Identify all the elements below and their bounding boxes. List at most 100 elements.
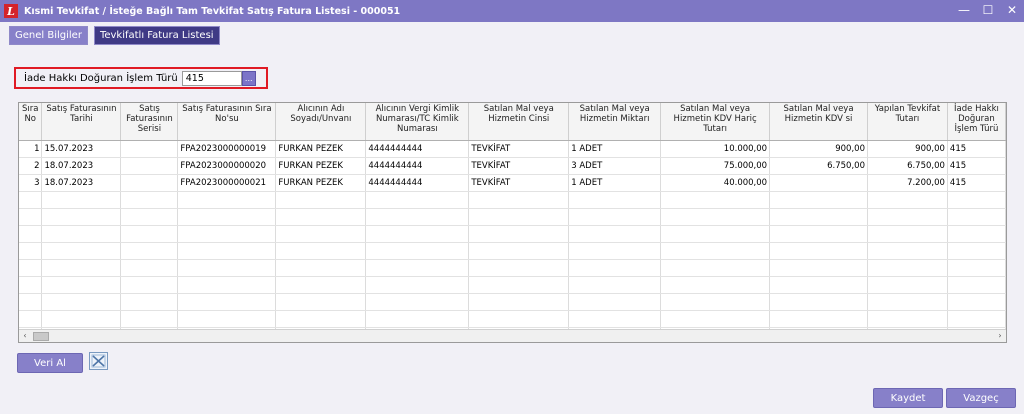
veri-al-button[interactable]: Veri Al [17, 353, 83, 373]
table-cell[interactable]: FPA2023000000020 [177, 157, 277, 175]
table-cell[interactable] [120, 242, 179, 260]
col-kdv-haric-tutar[interactable]: Satılan Mal veya Hizmetin KDV Hariç Tuta… [660, 103, 771, 141]
table-cell[interactable] [867, 310, 948, 328]
col-fatura-tarihi[interactable]: Satış Faturasının Tarihi [41, 103, 122, 141]
table-cell[interactable]: TEVKİFAT [468, 174, 570, 192]
minimize-icon[interactable]: — [958, 3, 970, 17]
table-cell[interactable]: 2 [19, 157, 43, 175]
table-cell[interactable] [660, 242, 771, 260]
table-cell[interactable] [568, 208, 662, 226]
table-cell[interactable] [19, 191, 43, 209]
lookup-button[interactable]: ... [241, 70, 256, 86]
table-cell[interactable] [120, 140, 179, 158]
table-cell[interactable] [568, 259, 662, 277]
table-cell[interactable] [365, 310, 470, 328]
maximize-icon[interactable]: ☐ [982, 3, 994, 17]
table-cell[interactable] [769, 293, 868, 311]
scroll-right-icon[interactable]: › [994, 330, 1006, 342]
table-cell[interactable]: FPA2023000000021 [177, 174, 277, 192]
table-cell[interactable] [867, 293, 948, 311]
table-cell[interactable] [660, 191, 771, 209]
table-cell[interactable] [275, 225, 367, 243]
table-cell[interactable]: 6.750,00 [867, 157, 948, 175]
scroll-left-icon[interactable]: ‹ [19, 330, 31, 342]
vazgec-button[interactable]: Vazgeç [946, 388, 1016, 408]
table-cell[interactable] [275, 191, 367, 209]
table-cell[interactable] [275, 293, 367, 311]
table-cell[interactable]: 3 [19, 174, 43, 192]
table-cell[interactable] [867, 191, 948, 209]
table-cell[interactable]: 4444444444 [365, 157, 470, 175]
table-cell[interactable]: 4444444444 [365, 140, 470, 158]
empty-table-row[interactable] [19, 310, 1006, 328]
table-cell[interactable] [568, 293, 662, 311]
table-cell[interactable] [365, 242, 470, 260]
table-row[interactable]: 3 18.07.2023 FPA2023000000021 FURKAN PEZEK 4… [19, 174, 1006, 192]
table-cell[interactable] [660, 310, 771, 328]
table-cell[interactable]: 4444444444 [365, 174, 470, 192]
table-cell[interactable] [660, 225, 771, 243]
empty-table-row[interactable] [19, 293, 1006, 311]
table-cell[interactable] [365, 208, 470, 226]
table-cell[interactable] [867, 276, 948, 294]
table-cell[interactable]: 18.07.2023 [41, 174, 122, 192]
table-cell[interactable] [275, 242, 367, 260]
table-cell[interactable] [275, 310, 367, 328]
table-cell[interactable] [568, 242, 662, 260]
table-cell[interactable] [468, 225, 570, 243]
table-cell[interactable] [468, 191, 570, 209]
empty-table-row[interactable] [19, 259, 1006, 277]
table-cell[interactable] [120, 276, 179, 294]
close-icon[interactable]: ✕ [1006, 3, 1018, 17]
table-cell[interactable] [19, 242, 43, 260]
table-row[interactable]: 1 15.07.2023 FPA2023000000019 FURKAN PEZEK 4… [19, 140, 1006, 158]
table-cell[interactable] [120, 208, 179, 226]
table-cell[interactable]: 18.07.2023 [41, 157, 122, 175]
table-cell[interactable] [19, 259, 43, 277]
table-cell[interactable] [468, 208, 570, 226]
table-cell[interactable] [769, 174, 868, 192]
table-cell[interactable] [365, 293, 470, 311]
table-cell[interactable] [19, 293, 43, 311]
table-cell[interactable] [275, 208, 367, 226]
table-cell[interactable] [769, 191, 868, 209]
empty-table-row[interactable] [19, 225, 1006, 243]
table-cell[interactable] [867, 225, 948, 243]
table-cell[interactable]: 1 [19, 140, 43, 158]
col-islem-turu[interactable]: İade Hakkı Doğuran İşlem Türü [947, 103, 1006, 141]
table-cell[interactable]: 415 [947, 140, 1006, 158]
table-cell[interactable] [947, 310, 1006, 328]
islem-turu-input[interactable]: 415 [181, 70, 242, 86]
table-cell[interactable]: 40.000,00 [660, 174, 771, 192]
table-cell[interactable] [947, 259, 1006, 277]
table-cell[interactable] [947, 208, 1006, 226]
table-cell[interactable] [41, 191, 122, 209]
table-cell[interactable] [177, 191, 277, 209]
table-cell[interactable]: TEVKİFAT [468, 140, 570, 158]
table-cell[interactable] [19, 310, 43, 328]
kaydet-button[interactable]: Kaydet [873, 388, 943, 408]
tab-tevkifatli-fatura-listesi[interactable]: Tevkifatlı Fatura Listesi [93, 26, 220, 45]
col-fatura-sira-no[interactable]: Satış Faturasının Sıra No'su [177, 103, 277, 141]
excel-export-icon[interactable] [89, 352, 108, 370]
table-cell[interactable] [41, 259, 122, 277]
table-cell[interactable]: 7.200,00 [867, 174, 948, 192]
table-cell[interactable] [468, 242, 570, 260]
table-cell[interactable] [177, 242, 277, 260]
table-cell[interactable]: FPA2023000000019 [177, 140, 277, 158]
horizontal-scrollbar[interactable]: ‹ › [19, 329, 1006, 342]
table-cell[interactable] [947, 293, 1006, 311]
empty-table-row[interactable] [19, 191, 1006, 209]
table-cell[interactable] [468, 293, 570, 311]
table-cell[interactable]: 900,00 [867, 140, 948, 158]
table-cell[interactable]: 1 ADET [568, 174, 662, 192]
col-fatura-serisi[interactable]: Satış Faturasının Serisi [120, 103, 179, 141]
tab-genel-bilgiler[interactable]: Genel Bilgiler [9, 26, 88, 45]
table-cell[interactable] [365, 259, 470, 277]
col-mal-hizmet-cinsi[interactable]: Satılan Mal veya Hizmetin Cinsi [468, 103, 570, 141]
empty-table-row[interactable] [19, 276, 1006, 294]
table-cell[interactable] [177, 293, 277, 311]
table-cell[interactable] [120, 174, 179, 192]
table-cell[interactable] [660, 293, 771, 311]
table-cell[interactable] [660, 208, 771, 226]
